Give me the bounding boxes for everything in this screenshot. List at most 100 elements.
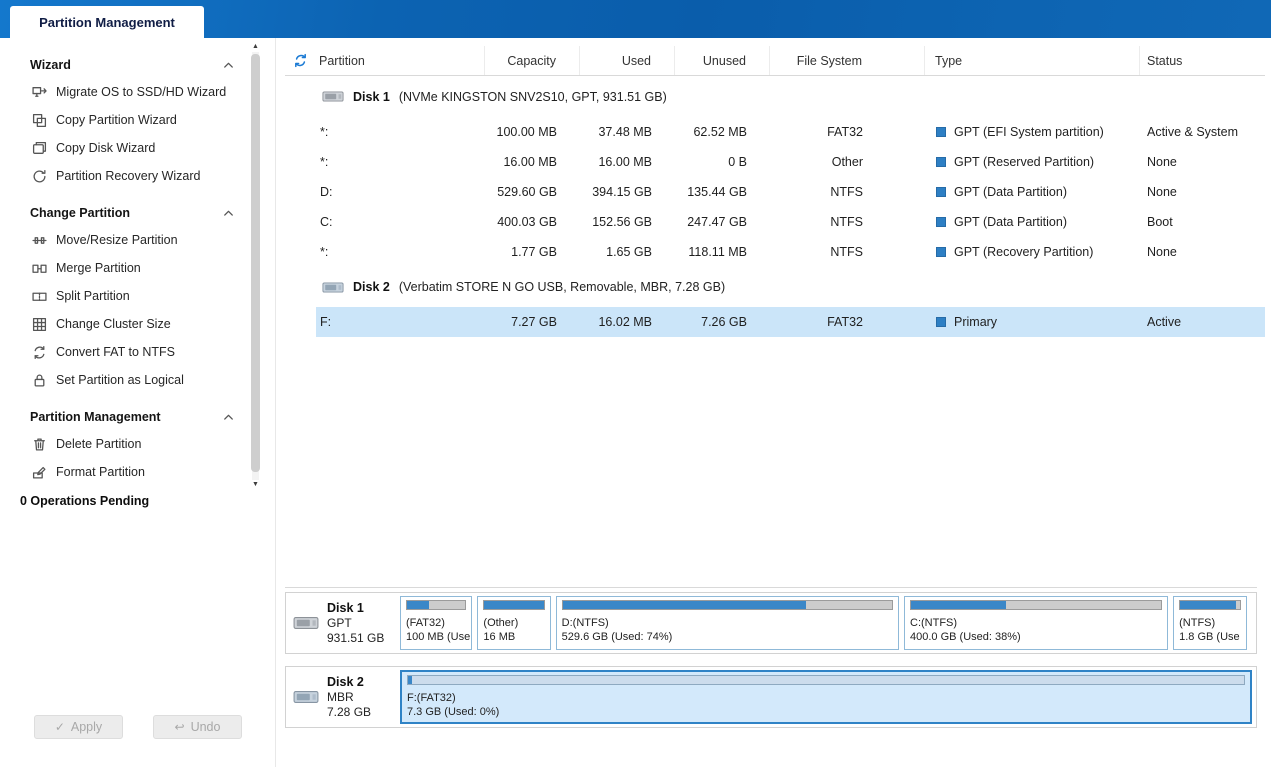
sidebar-item-label: Format Partition bbox=[56, 465, 145, 479]
disk1-group-row[interactable]: Disk 1 (NVMe KINGSTON SNV2S10, GPT, 931.… bbox=[285, 76, 1265, 117]
sidebar-item-label: Convert FAT to NTFS bbox=[56, 345, 176, 359]
apply-button[interactable]: ✓ Apply bbox=[34, 715, 123, 739]
unused-cell: 135.44 GB bbox=[687, 185, 747, 199]
partition-type-icon bbox=[936, 317, 946, 327]
partition-block-f-selected[interactable]: F:(FAT32) 7.3 GB (Used: 0%) bbox=[400, 670, 1252, 724]
chevron-up-icon bbox=[221, 206, 236, 221]
undo-button[interactable]: ↩ Undo bbox=[153, 715, 242, 739]
filesystem-cell: FAT32 bbox=[827, 125, 863, 139]
tab-title: Partition Management bbox=[39, 14, 175, 30]
sidebar-item-delete-partition[interactable]: Delete Partition bbox=[30, 430, 250, 458]
table-row[interactable]: *: 100.00 MB 37.48 MB 62.52 MB FAT32 GPT… bbox=[316, 117, 1265, 147]
used-cell: 16.00 MB bbox=[598, 155, 652, 169]
section-header-partition-management[interactable]: Partition Management bbox=[30, 404, 236, 430]
table-row[interactable]: D: 529.60 GB 394.15 GB 135.44 GB NTFS GP… bbox=[316, 177, 1265, 207]
sidebar-item-label: Split Partition bbox=[56, 289, 130, 303]
filesystem-cell: NTFS bbox=[830, 245, 863, 259]
used-cell: 394.15 GB bbox=[592, 185, 652, 199]
partition-block-recovery[interactable]: (NTFS) 1.8 GB (Use bbox=[1173, 596, 1248, 650]
type-cell: GPT (Recovery Partition) bbox=[925, 245, 1140, 259]
column-header-partition[interactable]: Partition bbox=[316, 46, 485, 75]
sidebar-item-split[interactable]: Split Partition bbox=[30, 282, 250, 310]
disk2-blocks: F:(FAT32) 7.3 GB (Used: 0%) bbox=[396, 667, 1256, 727]
section-header-wizard[interactable]: Wizard bbox=[30, 52, 236, 78]
sidebar-item-move-resize[interactable]: Move/Resize Partition bbox=[30, 226, 250, 254]
scroll-up-icon[interactable]: ▲ bbox=[250, 42, 261, 52]
partition-block-c[interactable]: C:(NTFS) 400.0 GB (Used: 38%) bbox=[904, 596, 1169, 650]
column-header-status[interactable]: Status bbox=[1140, 46, 1265, 75]
partition-table: Partition Capacity Used Unused File Syst… bbox=[285, 46, 1265, 337]
usage-bar bbox=[483, 600, 545, 610]
disk-map: Disk 1 GPT 931.51 GB (FAT32) 100 MB (Use… bbox=[285, 587, 1257, 740]
disk-info: (Verbatim STORE N GO USB, Removable, MBR… bbox=[398, 280, 726, 294]
partition-cell: *: bbox=[320, 245, 329, 259]
block-label: D:(NTFS) bbox=[561, 617, 609, 629]
partition-block-efi[interactable]: (FAT32) 100 MB (Use bbox=[400, 596, 473, 650]
table-row[interactable]: *: 1.77 GB 1.65 GB 118.11 MB NTFS GPT (R… bbox=[316, 237, 1265, 267]
refresh-icon bbox=[295, 53, 306, 68]
column-header-capacity[interactable]: Capacity bbox=[485, 46, 580, 75]
migrate-os-icon bbox=[32, 85, 47, 100]
table-row[interactable]: C: 400.03 GB 152.56 GB 247.47 GB NTFS GP… bbox=[316, 207, 1265, 237]
status-cell: None bbox=[1147, 155, 1177, 169]
sidebar-item-copy-partition[interactable]: Copy Partition Wizard bbox=[30, 106, 250, 134]
column-header-unused[interactable]: Unused bbox=[675, 46, 770, 75]
status-cell: Active & System bbox=[1147, 125, 1238, 139]
sidebar-item-change-cluster-size[interactable]: Change Cluster Size bbox=[30, 310, 250, 338]
sidebar-scrollbar[interactable]: ▲ ▼ bbox=[250, 42, 261, 490]
sidebar-item-label: Copy Partition Wizard bbox=[56, 113, 177, 127]
capacity-cell: 7.27 GB bbox=[511, 315, 557, 329]
usage-used bbox=[407, 601, 430, 609]
sidebar-item-merge[interactable]: Merge Partition bbox=[30, 254, 250, 282]
usage-used bbox=[562, 601, 807, 609]
undo-label: Undo bbox=[190, 720, 221, 734]
tab-partition-management[interactable]: Partition Management bbox=[10, 6, 204, 38]
partition-block-d[interactable]: D:(NTFS) 529.6 GB (Used: 74%) bbox=[555, 596, 900, 650]
refresh-button[interactable] bbox=[285, 46, 316, 75]
disk-size: 7.28 GB bbox=[327, 704, 372, 719]
filesystem-cell: NTFS bbox=[830, 215, 863, 229]
capacity-cell: 16.00 MB bbox=[503, 155, 557, 169]
disk-name: Disk 2 bbox=[353, 280, 390, 294]
sidebar-item-label: Delete Partition bbox=[56, 437, 142, 451]
disk-info: (NVMe KINGSTON SNV2S10, GPT, 931.51 GB) bbox=[398, 89, 667, 104]
used-cell: 1.65 GB bbox=[606, 245, 652, 259]
sidebar-item-label: Change Cluster Size bbox=[56, 317, 171, 331]
sidebar-item-set-logical[interactable]: Set Partition as Logical bbox=[30, 366, 250, 394]
usage-bar bbox=[561, 600, 894, 610]
sidebar-section-partition-management: Partition Management Delete Partition Fo… bbox=[30, 404, 275, 486]
partition-block-reserved[interactable]: (Other) 16 MB bbox=[477, 596, 551, 650]
partition-type-icon bbox=[936, 187, 946, 197]
scroll-down-icon[interactable]: ▼ bbox=[250, 480, 261, 490]
used-cell: 16.02 MB bbox=[598, 315, 652, 329]
sidebar: Wizard Migrate OS to SSD/HD Wizard Copy … bbox=[0, 38, 276, 767]
unused-cell: 0 B bbox=[728, 155, 747, 169]
sidebar-item-format-partition[interactable]: Format Partition bbox=[30, 458, 250, 486]
disk-name: Disk 2 bbox=[327, 674, 364, 689]
scrollbar-thumb[interactable] bbox=[251, 54, 260, 472]
sidebar-item-migrate-os[interactable]: Migrate OS to SSD/HD Wizard bbox=[30, 78, 250, 106]
table-row[interactable]: *: 16.00 MB 16.00 MB 0 B Other GPT (Rese… bbox=[316, 147, 1265, 177]
usage-used bbox=[1180, 601, 1237, 609]
section-header-change-partition[interactable]: Change Partition bbox=[30, 200, 236, 226]
sidebar-item-partition-recovery[interactable]: Partition Recovery Wizard bbox=[30, 162, 250, 190]
capacity-cell: 529.60 GB bbox=[497, 185, 557, 199]
column-header-type[interactable]: Type bbox=[925, 46, 1140, 75]
block-label: (Other) bbox=[483, 617, 519, 629]
capacity-cell: 100.00 MB bbox=[496, 125, 557, 139]
usage-used bbox=[911, 601, 1007, 609]
sidebar-item-convert-fat-ntfs[interactable]: Convert FAT to NTFS bbox=[30, 338, 250, 366]
column-header-used[interactable]: Used bbox=[580, 46, 675, 75]
disk2-group-row[interactable]: Disk 2 (Verbatim STORE N GO USB, Removab… bbox=[285, 267, 1265, 307]
table-row-selected[interactable]: F: 7.27 GB 16.02 MB 7.26 GB FAT32 Primar… bbox=[316, 307, 1265, 337]
title-bar: Partition Management bbox=[0, 0, 1271, 38]
capacity-cell: 400.03 GB bbox=[497, 215, 557, 229]
merge-icon bbox=[32, 261, 47, 276]
sidebar-item-label: Migrate OS to SSD/HD Wizard bbox=[56, 85, 227, 99]
disk-scheme: GPT bbox=[327, 615, 352, 630]
partition-type-icon bbox=[936, 157, 946, 167]
sidebar-item-copy-disk[interactable]: Copy Disk Wizard bbox=[30, 134, 250, 162]
column-header-file-system[interactable]: File System bbox=[770, 46, 925, 75]
usage-used bbox=[408, 676, 413, 684]
filesystem-cell: Other bbox=[831, 155, 863, 169]
